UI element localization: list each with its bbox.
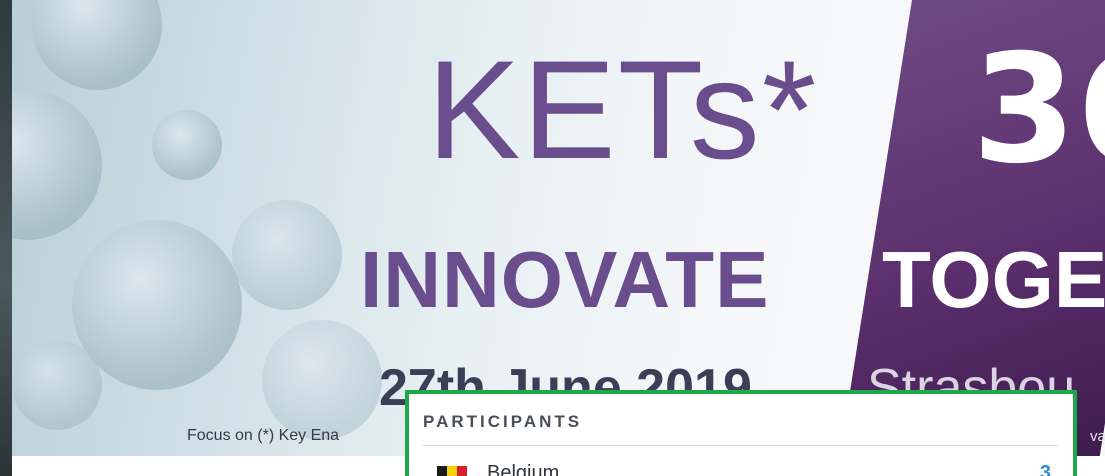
banner-subtitle: INNOVATE (360, 235, 770, 324)
event-banner: KETs* 36 INNOVATE TOGE 27th June 2019 St… (12, 0, 1105, 456)
participant-country[interactable]: Belgium (487, 462, 559, 476)
banner-subtitle-right: TOGE (882, 235, 1105, 324)
banner-edition-number: 36 (972, 23, 1105, 197)
banner-focus-text: Focus on (*) Key Ena (187, 427, 340, 444)
banner-title: KETs* (427, 31, 819, 188)
participants-widget: PARTICIPANTS Belgium 3 (405, 390, 1077, 476)
decorative-bubble (152, 110, 222, 180)
left-sidebar-strip (0, 0, 12, 476)
belgium-flag-icon (437, 466, 467, 476)
decorative-bubble (232, 200, 342, 310)
participant-count: 3 (1039, 462, 1051, 476)
decorative-bubble (262, 320, 382, 440)
decorative-bubble (12, 90, 102, 240)
participant-row[interactable]: Belgium 3 (423, 460, 1059, 476)
page: KETs* 36 INNOVATE TOGE 27th June 2019 St… (0, 0, 1105, 476)
decorative-bubble (32, 0, 162, 90)
decorative-bubble (12, 340, 102, 430)
banner-focus-text-right: va (1090, 428, 1105, 445)
participants-title: PARTICIPANTS (423, 412, 583, 431)
divider (423, 445, 1059, 446)
